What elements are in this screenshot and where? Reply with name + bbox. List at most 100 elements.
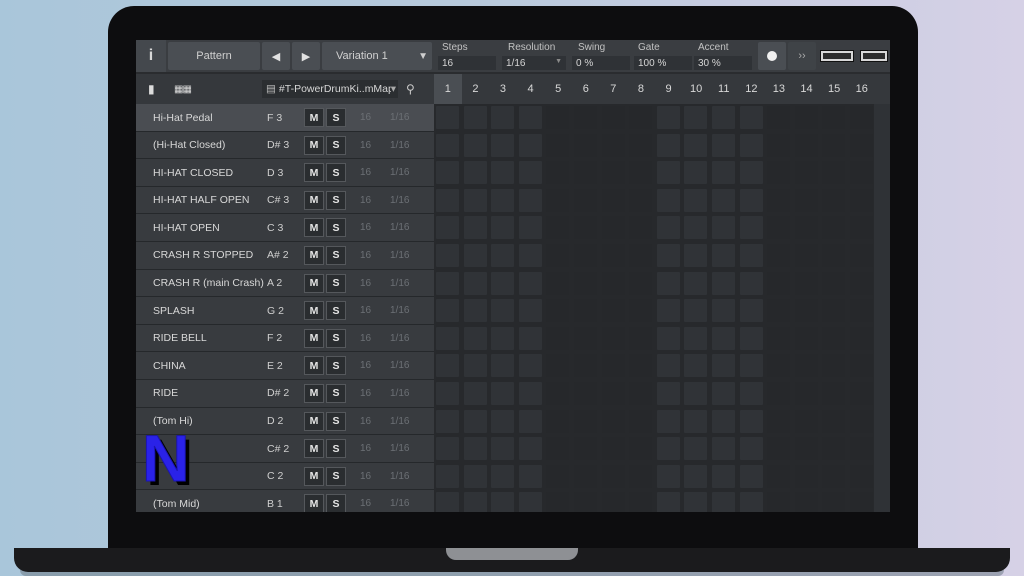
step-cell[interactable] — [601, 106, 625, 129]
step-cell[interactable] — [491, 326, 515, 350]
step-cell[interactable] — [601, 464, 625, 488]
step-cell[interactable] — [739, 464, 763, 488]
step-cell[interactable] — [491, 161, 515, 185]
step-cell[interactable] — [684, 299, 708, 323]
step-cell[interactable] — [656, 216, 680, 240]
instrument-row[interactable]: HI-HAT OPEN C 3 M S 16 1/16 — [136, 214, 434, 242]
step-cell[interactable] — [822, 492, 846, 512]
mute-button[interactable]: M — [304, 301, 324, 321]
instrument-row[interactable]: CRASH R (main Crash) A 2 M S 16 1/16 — [136, 269, 434, 298]
step-cell[interactable] — [629, 409, 653, 433]
instrument-row[interactable]: (Tom Mid) B 1 M S 16 1/16 — [136, 490, 434, 512]
mute-button[interactable]: M — [304, 135, 324, 155]
step-cell[interactable] — [684, 216, 708, 240]
step-cell[interactable] — [794, 188, 818, 212]
step-cell[interactable] — [574, 354, 597, 378]
step-cell[interactable] — [656, 299, 680, 323]
step-cell[interactable] — [601, 354, 625, 378]
step-cell[interactable] — [712, 106, 735, 129]
step-cell[interactable] — [684, 492, 708, 512]
step-cell[interactable] — [463, 409, 487, 433]
step-cell[interactable] — [767, 133, 791, 157]
step-cell[interactable] — [546, 161, 570, 185]
solo-button[interactable]: S — [326, 218, 346, 238]
step-cell[interactable] — [491, 299, 515, 323]
step-cell[interactable] — [794, 299, 818, 323]
solo-button[interactable]: S — [326, 273, 346, 293]
mute-button[interactable]: M — [304, 273, 324, 293]
step-cell[interactable] — [712, 299, 735, 323]
step-cell[interactable] — [574, 161, 597, 185]
mute-button[interactable]: M — [304, 218, 324, 238]
instrument-row[interactable]: RIDE D# 2 M S 16 1/16 — [136, 379, 434, 408]
step-cell[interactable] — [518, 161, 542, 185]
step-cell[interactable] — [629, 464, 653, 488]
step-number-4[interactable]: 4 — [517, 74, 545, 104]
step-cell[interactable] — [684, 326, 708, 350]
step-cell[interactable] — [518, 382, 542, 405]
step-cell[interactable] — [712, 216, 735, 240]
instrument-row[interactable]: Hi-Hat Pedal F 3 M S 16 1/16 — [136, 104, 434, 132]
instrument-row[interactable]: CRASH R STOPPED A# 2 M S 16 1/16 — [136, 241, 434, 270]
step-cell[interactable] — [767, 299, 791, 323]
step-cell[interactable] — [463, 464, 487, 488]
step-cell[interactable] — [684, 354, 708, 378]
step-cell[interactable] — [601, 299, 625, 323]
step-cell[interactable] — [629, 354, 653, 378]
step-cell[interactable] — [712, 382, 735, 405]
step-cell[interactable] — [491, 382, 515, 405]
solo-button[interactable]: S — [326, 163, 346, 183]
step-cell[interactable] — [518, 188, 542, 212]
step-cell[interactable] — [491, 409, 515, 433]
solo-button[interactable]: S — [326, 190, 346, 210]
step-cell[interactable] — [850, 161, 873, 185]
step-cell[interactable] — [546, 244, 570, 267]
step-cell[interactable] — [656, 271, 680, 295]
step-cell[interactable] — [684, 106, 708, 129]
step-number-11[interactable]: 11 — [710, 74, 738, 104]
step-cell[interactable] — [822, 354, 846, 378]
step-cell[interactable] — [739, 133, 763, 157]
kit-map-select[interactable]: ▤ #T-PowerDrumKi..mMap ▾ — [262, 80, 398, 98]
step-cell[interactable] — [794, 492, 818, 512]
step-cell[interactable] — [436, 271, 459, 295]
step-cell[interactable] — [436, 464, 459, 488]
step-cell[interactable] — [739, 437, 763, 461]
step-cell[interactable] — [629, 437, 653, 461]
step-cell[interactable] — [794, 437, 818, 461]
step-cell[interactable] — [491, 106, 515, 129]
step-cell[interactable] — [850, 188, 873, 212]
instrument-row[interactable]: RIDE BELL F 2 M S 16 1/16 — [136, 324, 434, 353]
step-cell[interactable] — [491, 244, 515, 267]
step-cell[interactable] — [822, 161, 846, 185]
step-cell[interactable] — [546, 133, 570, 157]
step-cell[interactable] — [739, 271, 763, 295]
step-cell[interactable] — [712, 464, 735, 488]
step-cell[interactable] — [850, 299, 873, 323]
mute-button[interactable]: M — [304, 245, 324, 265]
step-cell[interactable] — [629, 299, 653, 323]
instrument-row[interactable]: CHINA E 2 M S 16 1/16 — [136, 352, 434, 380]
step-number-14[interactable]: 14 — [793, 74, 821, 104]
step-cell[interactable] — [739, 216, 763, 240]
step-cell[interactable] — [656, 437, 680, 461]
step-cell[interactable] — [463, 188, 487, 212]
step-cell[interactable] — [574, 299, 597, 323]
step-cell[interactable] — [629, 161, 653, 185]
step-cell[interactable] — [739, 106, 763, 129]
step-cell[interactable] — [546, 326, 570, 350]
step-cell[interactable] — [850, 492, 873, 512]
step-cell[interactable] — [712, 271, 735, 295]
step-cell[interactable] — [629, 133, 653, 157]
step-cell[interactable] — [629, 216, 653, 240]
step-cell[interactable] — [684, 133, 708, 157]
step-cell[interactable] — [436, 354, 459, 378]
step-cell[interactable] — [656, 244, 680, 267]
mute-button[interactable]: M — [304, 494, 324, 512]
step-number-7[interactable]: 7 — [600, 74, 628, 104]
step-cell[interactable] — [656, 409, 680, 433]
step-cell[interactable] — [767, 382, 791, 405]
step-cell[interactable] — [794, 326, 818, 350]
step-cell[interactable] — [656, 382, 680, 405]
solo-button[interactable]: S — [326, 328, 346, 348]
